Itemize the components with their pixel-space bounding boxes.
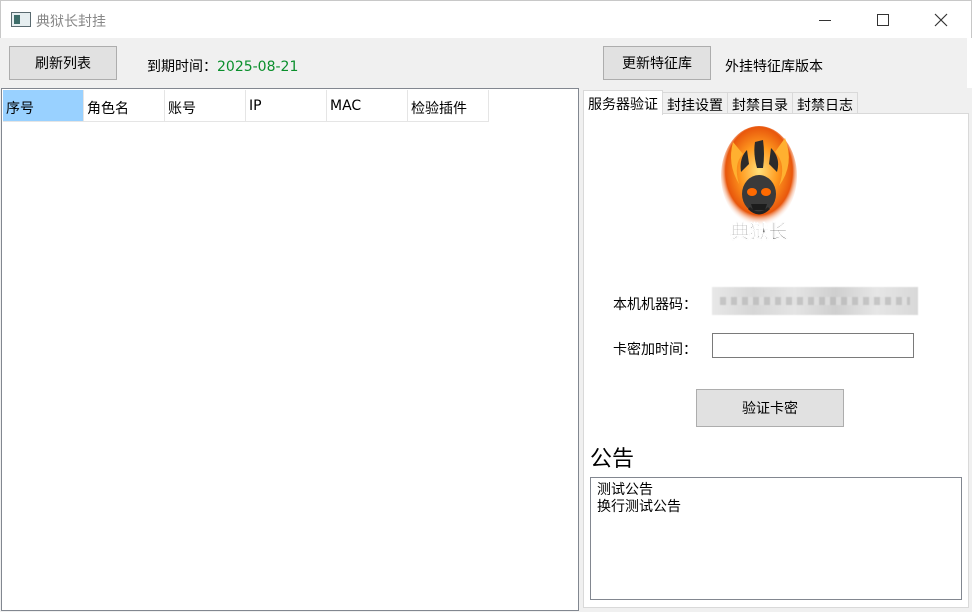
column-header-ip[interactable]: IP [246, 90, 327, 122]
column-header-account[interactable]: 账号 [165, 90, 246, 122]
close-icon [934, 13, 948, 27]
tab-bar: 服务器验证 封挂设置 封禁目录 封禁日志 [583, 90, 858, 115]
toolbar: 刷新列表 到期时间：2025-08-21 更新特征库 外挂特征库版本 [0, 38, 972, 88]
update-signature-button[interactable]: 更新特征库 [603, 46, 711, 80]
minimize-button[interactable] [799, 1, 851, 39]
expire-info: 到期时间：2025-08-21 [147, 56, 298, 76]
maximize-icon [877, 14, 889, 26]
close-button[interactable] [915, 1, 967, 39]
column-header-plugin[interactable]: 检验插件 [408, 90, 489, 122]
refresh-list-button[interactable]: 刷新列表 [9, 46, 117, 80]
notice-title: 公告 [590, 447, 635, 472]
list-header: 序号 角色名 账号 IP MAC 检验插件 [3, 90, 489, 122]
tab-server-verify[interactable]: 服务器验证 [583, 90, 663, 115]
machine-code-label: 本机机器码： [613, 297, 697, 313]
machine-code-value-blurred [712, 287, 918, 315]
column-header-mac[interactable]: MAC [327, 90, 408, 122]
signature-version-label: 外挂特征库版本 [725, 59, 823, 75]
verify-card-button[interactable]: 验证卡密 [696, 389, 844, 427]
column-header-role-name[interactable]: 角色名 [84, 90, 165, 122]
tab-container: 服务器验证 封挂设置 封禁目录 封禁日志 典狱长 本机机器码： 卡密加时间： 验… [581, 88, 972, 612]
toolbar-edge [967, 38, 972, 88]
tab-anticheat-settings[interactable]: 封挂设置 [662, 92, 728, 114]
column-header-index[interactable]: 序号 [3, 90, 84, 122]
logo-text: 典狱长 [730, 220, 788, 243]
notice-text-box[interactable]: 测试公告 换行测试公告 [590, 477, 962, 600]
warden-logo-image: 典狱长 [721, 126, 797, 243]
player-list[interactable]: 序号 角色名 账号 IP MAC 检验插件 [1, 88, 579, 611]
minimize-icon [819, 19, 831, 21]
card-key-input[interactable] [712, 333, 914, 358]
window-title: 典狱长封挂 [36, 14, 106, 30]
title-bar: 典狱长封挂 [0, 0, 972, 38]
tab-panel-server-verify: 典狱长 本机机器码： 卡密加时间： 验证卡密 公告 测试公告 换行测试公告 [583, 113, 969, 608]
app-window-icon [11, 12, 31, 27]
expire-label: 到期时间： [147, 59, 217, 75]
tab-ban-log[interactable]: 封禁日志 [792, 92, 858, 114]
blurred-code [720, 297, 910, 305]
expire-date: 2025-08-21 [217, 59, 299, 75]
card-time-label: 卡密加时间： [613, 342, 697, 358]
tab-ban-directory[interactable]: 封禁目录 [727, 92, 793, 114]
maximize-button[interactable] [857, 1, 909, 39]
